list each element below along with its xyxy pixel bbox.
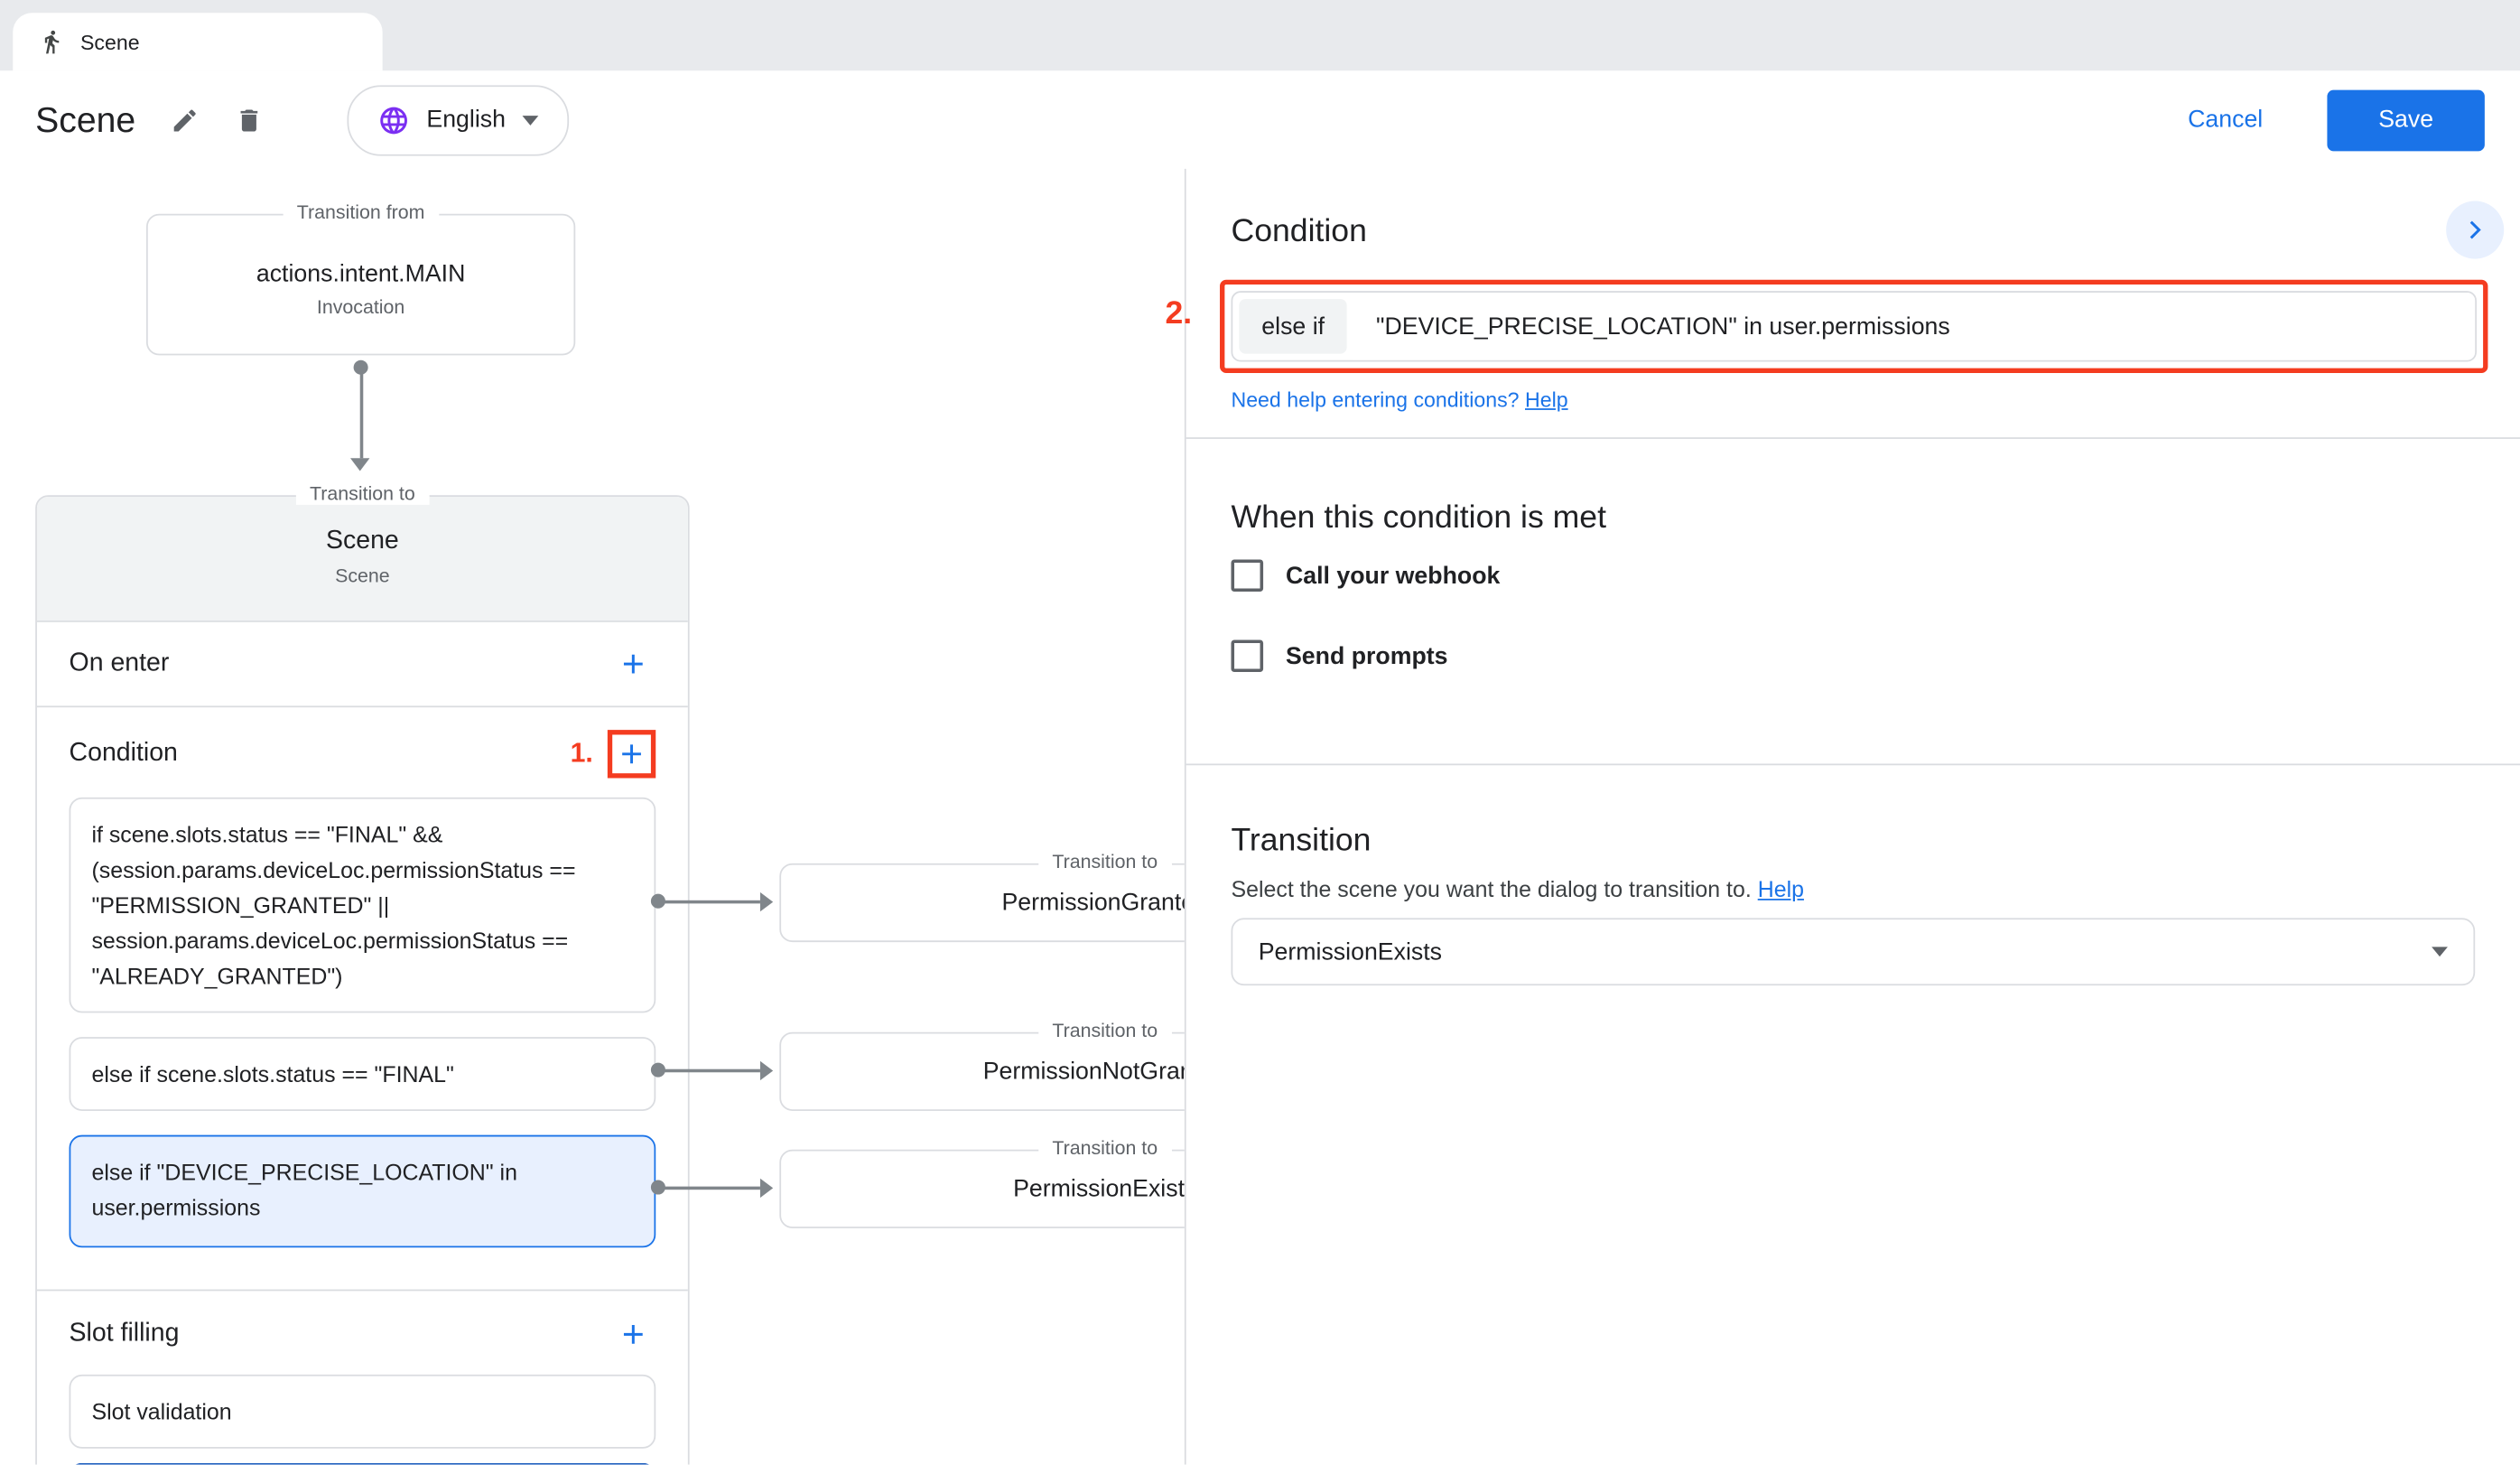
intent-name: actions.intent.MAIN [148, 260, 574, 287]
header: Scene English Cancel Save [0, 70, 2520, 169]
chevron-down-icon [2432, 947, 2448, 956]
send-prompts-option[interactable]: Send prompts [1231, 637, 2475, 676]
on-enter-label: On enter [70, 649, 170, 678]
scene-card-title: Scene [37, 497, 688, 556]
annotation-2: 2. [1166, 296, 1193, 333]
connector-line [360, 373, 364, 458]
delete-scene-button[interactable] [228, 98, 270, 140]
plus-icon [616, 738, 648, 770]
condition-expression-input[interactable] [1353, 293, 2475, 360]
divider [1186, 764, 2520, 766]
language-label: English [426, 106, 506, 133]
transition-heading: Transition [1231, 823, 2475, 860]
plus-icon [618, 648, 650, 680]
target-title: PermissionExists [781, 1151, 1185, 1227]
target-legend: Transition to [1037, 1020, 1172, 1042]
transition-help-link[interactable]: Help [1758, 876, 1804, 901]
connector-line [664, 1069, 760, 1073]
transition-description: Select the scene you want the dialog to … [1231, 876, 1751, 901]
send-prompts-label: Send prompts [1286, 642, 1448, 669]
add-condition-button[interactable] [612, 732, 651, 777]
cancel-button[interactable]: Cancel [2178, 105, 2272, 135]
call-webhook-label: Call your webhook [1286, 562, 1500, 589]
connector-line [664, 1187, 760, 1190]
annotation-box-2: else if [1220, 280, 2487, 373]
on-enter-row[interactable]: On enter [37, 622, 688, 707]
when-condition-heading: When this condition is met [1231, 500, 2475, 537]
tab-bar: Scene [0, 0, 2520, 70]
slot-filling-label: Slot filling [70, 1320, 180, 1348]
transition-scene-select[interactable]: PermissionExists [1231, 918, 2475, 985]
arrowhead-down-icon [350, 458, 369, 471]
transition-from-legend: Transition from [283, 201, 440, 224]
slot-filling-section: Slot filling Slot validation [37, 1291, 688, 1448]
scene-card: Transition to Scene Scene On enter Condi… [35, 495, 689, 1464]
call-webhook-option[interactable]: Call your webhook [1231, 556, 2475, 595]
page-title: Scene [35, 98, 135, 140]
condition-section-label: Condition [70, 740, 178, 769]
pencil-icon [171, 106, 200, 135]
edit-scene-name-button[interactable] [164, 98, 206, 140]
scene-card-subtitle: Scene [37, 565, 688, 587]
condition-detail-panel: Condition 2. else if Need help entering … [1185, 169, 2520, 1465]
target-legend: Transition to [1037, 851, 1172, 873]
globe-icon [378, 104, 411, 136]
conditions-help-link[interactable]: Help [1525, 387, 1568, 412]
target-legend: Transition to [1037, 1136, 1172, 1159]
target-scene-permission-not-granted[interactable]: Transition to PermissionNotGranted [779, 1032, 1185, 1111]
condition-editor: 2. else if [1220, 280, 2487, 373]
plus-icon [618, 1319, 650, 1351]
help-prompt-text: Need help entering conditions? [1231, 387, 1519, 412]
add-slot-button[interactable] [610, 1311, 656, 1357]
language-selector[interactable]: English [348, 84, 568, 154]
condition-card-selected[interactable]: else if "DEVICE_PRECISE_LOCATION" in use… [70, 1135, 656, 1248]
else-if-label: else if [1239, 299, 1347, 354]
condition-card[interactable]: if scene.slots.status == "FINAL" && (ses… [70, 798, 656, 1013]
arrowhead-right-icon [760, 1179, 773, 1198]
target-scene-permission-granted[interactable]: Transition to PermissionGranted [779, 863, 1185, 942]
condition-card[interactable]: else if scene.slots.status == "FINAL" [70, 1037, 656, 1111]
content: Transition from actions.intent.MAIN Invo… [0, 169, 2520, 1465]
tab-title: Scene [80, 30, 140, 54]
scene-card-header[interactable]: Scene Scene [37, 497, 688, 622]
condition-section: Condition 1. if scene.slots.status == "F… [37, 707, 688, 1291]
transition-from-card[interactable]: Transition from actions.intent.MAIN Invo… [146, 214, 575, 356]
target-title: PermissionGranted [781, 865, 1185, 941]
chevron-right-icon [2459, 214, 2491, 247]
call-webhook-checkbox[interactable] [1231, 559, 1263, 592]
scene-tab[interactable]: Scene [13, 13, 382, 70]
annotation-box-1 [608, 730, 656, 778]
slot-validation-card[interactable]: Slot validation [70, 1375, 656, 1449]
panel-heading: Condition [1231, 214, 2475, 251]
annotation-1: 1. [571, 738, 593, 770]
chevron-down-icon [522, 115, 538, 125]
divider [1186, 437, 2520, 439]
send-prompts-checkbox[interactable] [1231, 639, 1263, 672]
selected-scene-value: PermissionExists [1259, 938, 1442, 966]
target-title: PermissionNotGranted [781, 1034, 1185, 1110]
intent-type: Invocation [148, 296, 574, 319]
connector-line [664, 900, 760, 904]
save-button[interactable]: Save [2327, 89, 2484, 151]
scene-diagram: Transition from actions.intent.MAIN Invo… [0, 169, 1185, 1465]
arrowhead-right-icon [760, 1061, 773, 1080]
collapse-panel-button[interactable] [2446, 201, 2504, 259]
add-on-enter-button[interactable] [610, 641, 656, 686]
assistant-walk-icon [39, 29, 64, 54]
scene-editor-page: Scene Scene English Cancel Save [0, 0, 2520, 1465]
target-scene-permission-exists[interactable]: Transition to PermissionExists [779, 1150, 1185, 1228]
scene-card-legend: Transition to [295, 482, 430, 505]
arrowhead-right-icon [760, 892, 773, 911]
trash-icon [236, 106, 265, 135]
